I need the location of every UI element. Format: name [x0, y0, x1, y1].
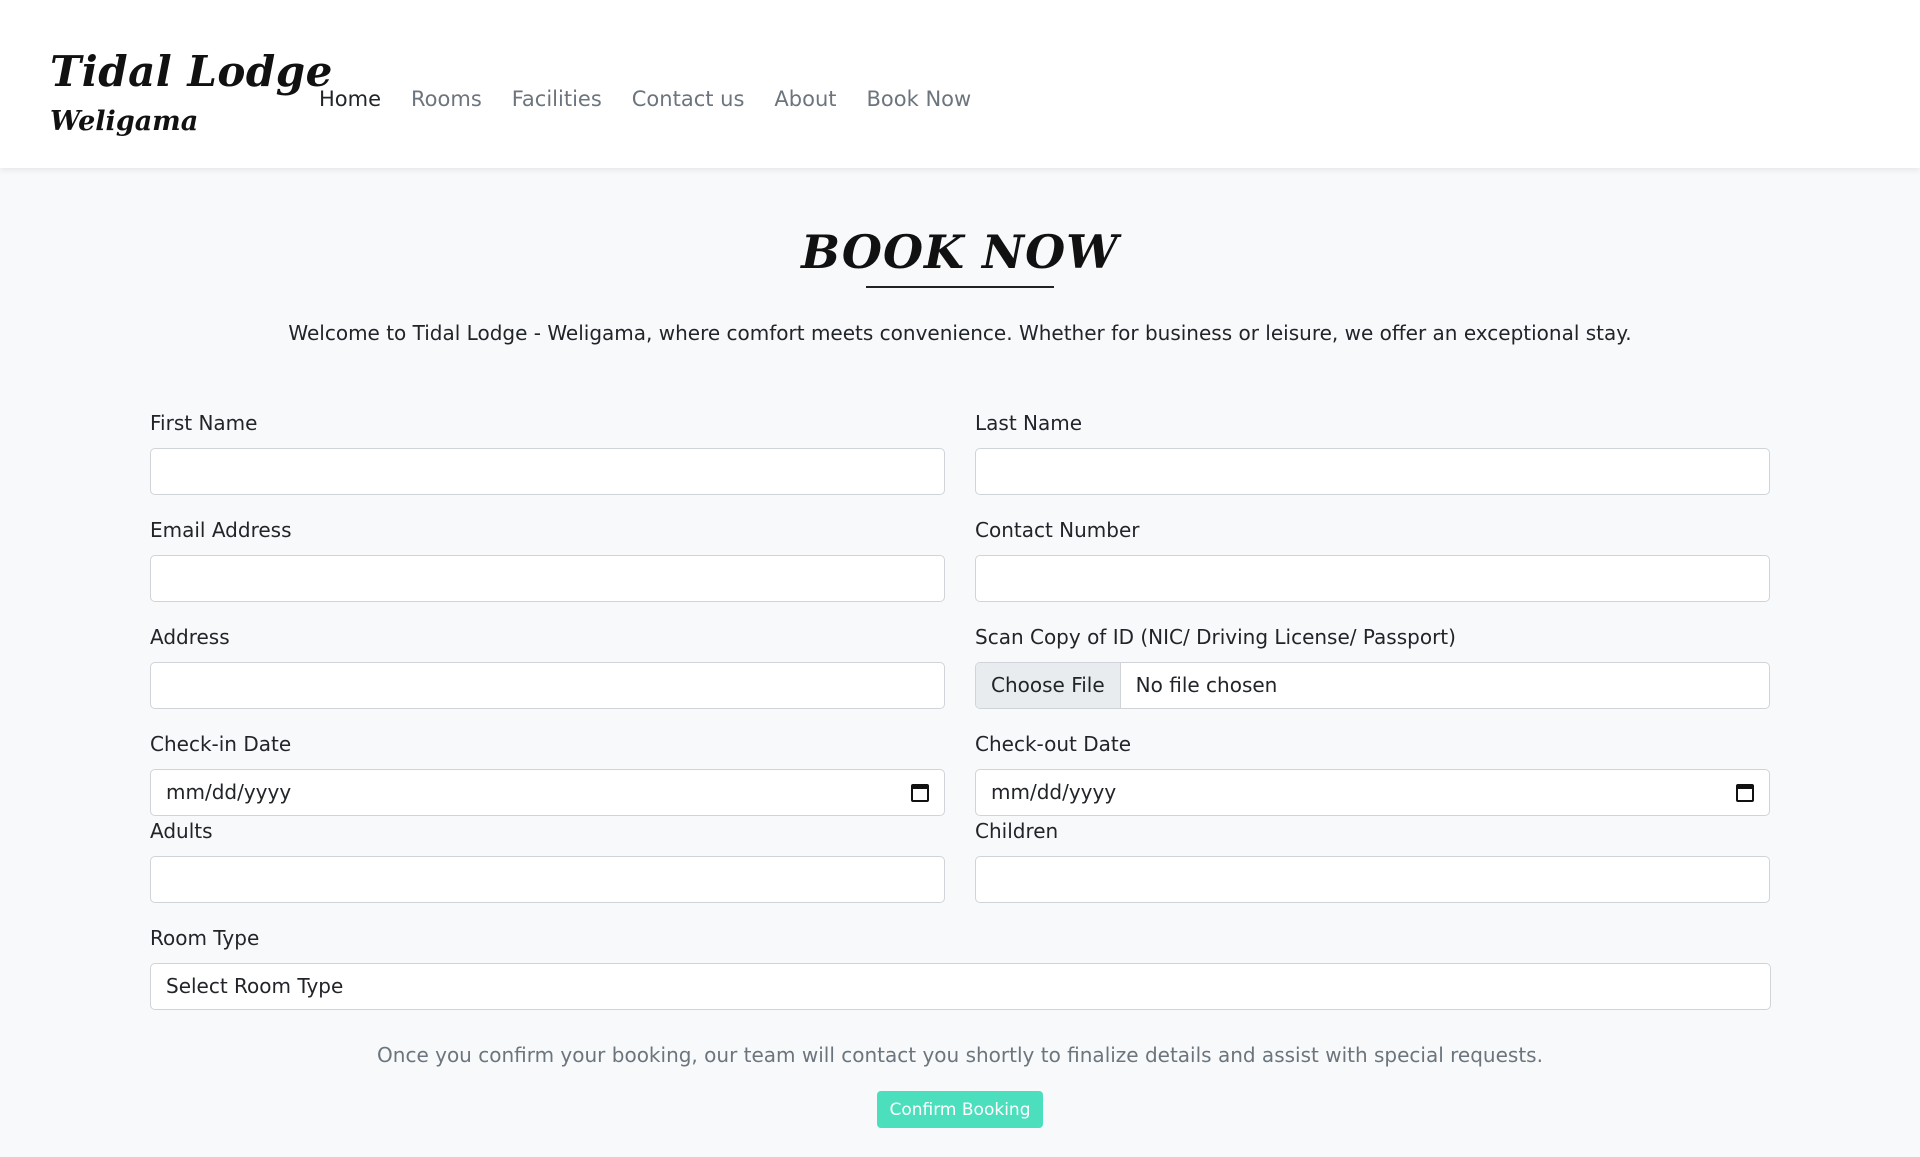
- address-input[interactable]: [150, 662, 945, 709]
- site-header: Tidal Lodge Weligama Home Rooms Faciliti…: [0, 0, 1920, 168]
- children-group: Children: [975, 816, 1770, 903]
- choose-file-button[interactable]: Choose File: [976, 663, 1121, 708]
- brand-location: Weligama: [50, 106, 199, 137]
- contact-number-label: Contact Number: [975, 518, 1140, 542]
- check-out-date-input[interactable]: mm/dd/yyyy: [975, 769, 1770, 816]
- contact-number-input[interactable]: [975, 555, 1770, 602]
- last-name-label: Last Name: [975, 411, 1083, 435]
- adults-input[interactable]: [150, 856, 945, 903]
- booking-note: Once you confirm your booking, our team …: [377, 1043, 1543, 1067]
- nav-book-now[interactable]: Book Now: [867, 84, 972, 114]
- check-in-group: Check-in Date mm/dd/yyyy: [150, 729, 945, 816]
- room-type-select[interactable]: Select Room Type: [150, 963, 1771, 1010]
- email-label: Email Address: [150, 518, 292, 542]
- room-type-group: Room Type Select Room Type: [150, 923, 1771, 1010]
- nav-rooms[interactable]: Rooms: [411, 84, 482, 114]
- nav-facilities[interactable]: Facilities: [512, 84, 602, 114]
- email-group: Email Address: [150, 515, 945, 602]
- nav-home[interactable]: Home: [319, 84, 381, 114]
- address-group: Address: [150, 622, 945, 709]
- adults-label: Adults: [150, 819, 213, 843]
- nav-contact-us[interactable]: Contact us: [632, 84, 745, 114]
- main-nav: Home Rooms Facilities Contact us About B…: [319, 84, 1001, 114]
- first-name-input[interactable]: [150, 448, 945, 495]
- file-status-text: No file chosen: [1135, 673, 1278, 697]
- address-label: Address: [150, 625, 230, 649]
- contact-number-group: Contact Number: [975, 515, 1770, 602]
- check-out-group: Check-out Date mm/dd/yyyy: [975, 729, 1770, 816]
- check-in-label: Check-in Date: [150, 732, 292, 756]
- adults-group: Adults: [150, 816, 945, 903]
- id-file-input[interactable]: Choose File No file chosen: [975, 662, 1770, 709]
- id-scan-label: Scan Copy of ID (NIC/ Driving License/ P…: [975, 625, 1456, 649]
- brand-logo[interactable]: Tidal Lodge Weligama: [50, 44, 333, 142]
- first-name-label: First Name: [150, 411, 258, 435]
- page-title: BOOK NOW: [801, 225, 1119, 279]
- brand-name: Tidal Lodge: [50, 47, 333, 96]
- calendar-icon[interactable]: [911, 783, 929, 802]
- check-in-placeholder: mm/dd/yyyy: [166, 780, 292, 804]
- nav-about[interactable]: About: [774, 84, 836, 114]
- confirm-booking-button[interactable]: Confirm Booking: [877, 1091, 1043, 1128]
- calendar-icon[interactable]: [1736, 783, 1754, 802]
- email-input[interactable]: [150, 555, 945, 602]
- check-out-label: Check-out Date: [975, 732, 1132, 756]
- first-name-group: First Name: [150, 408, 945, 495]
- id-scan-group: Scan Copy of ID (NIC/ Driving License/ P…: [975, 622, 1770, 709]
- last-name-group: Last Name: [975, 408, 1770, 495]
- check-out-placeholder: mm/dd/yyyy: [991, 780, 1117, 804]
- intro-text: Welcome to Tidal Lodge - Weligama, where…: [288, 321, 1632, 345]
- children-input[interactable]: [975, 856, 1770, 903]
- room-type-label: Room Type: [150, 926, 260, 950]
- last-name-input[interactable]: [975, 448, 1770, 495]
- title-underline: [866, 286, 1054, 288]
- children-label: Children: [975, 819, 1059, 843]
- check-in-date-input[interactable]: mm/dd/yyyy: [150, 769, 945, 816]
